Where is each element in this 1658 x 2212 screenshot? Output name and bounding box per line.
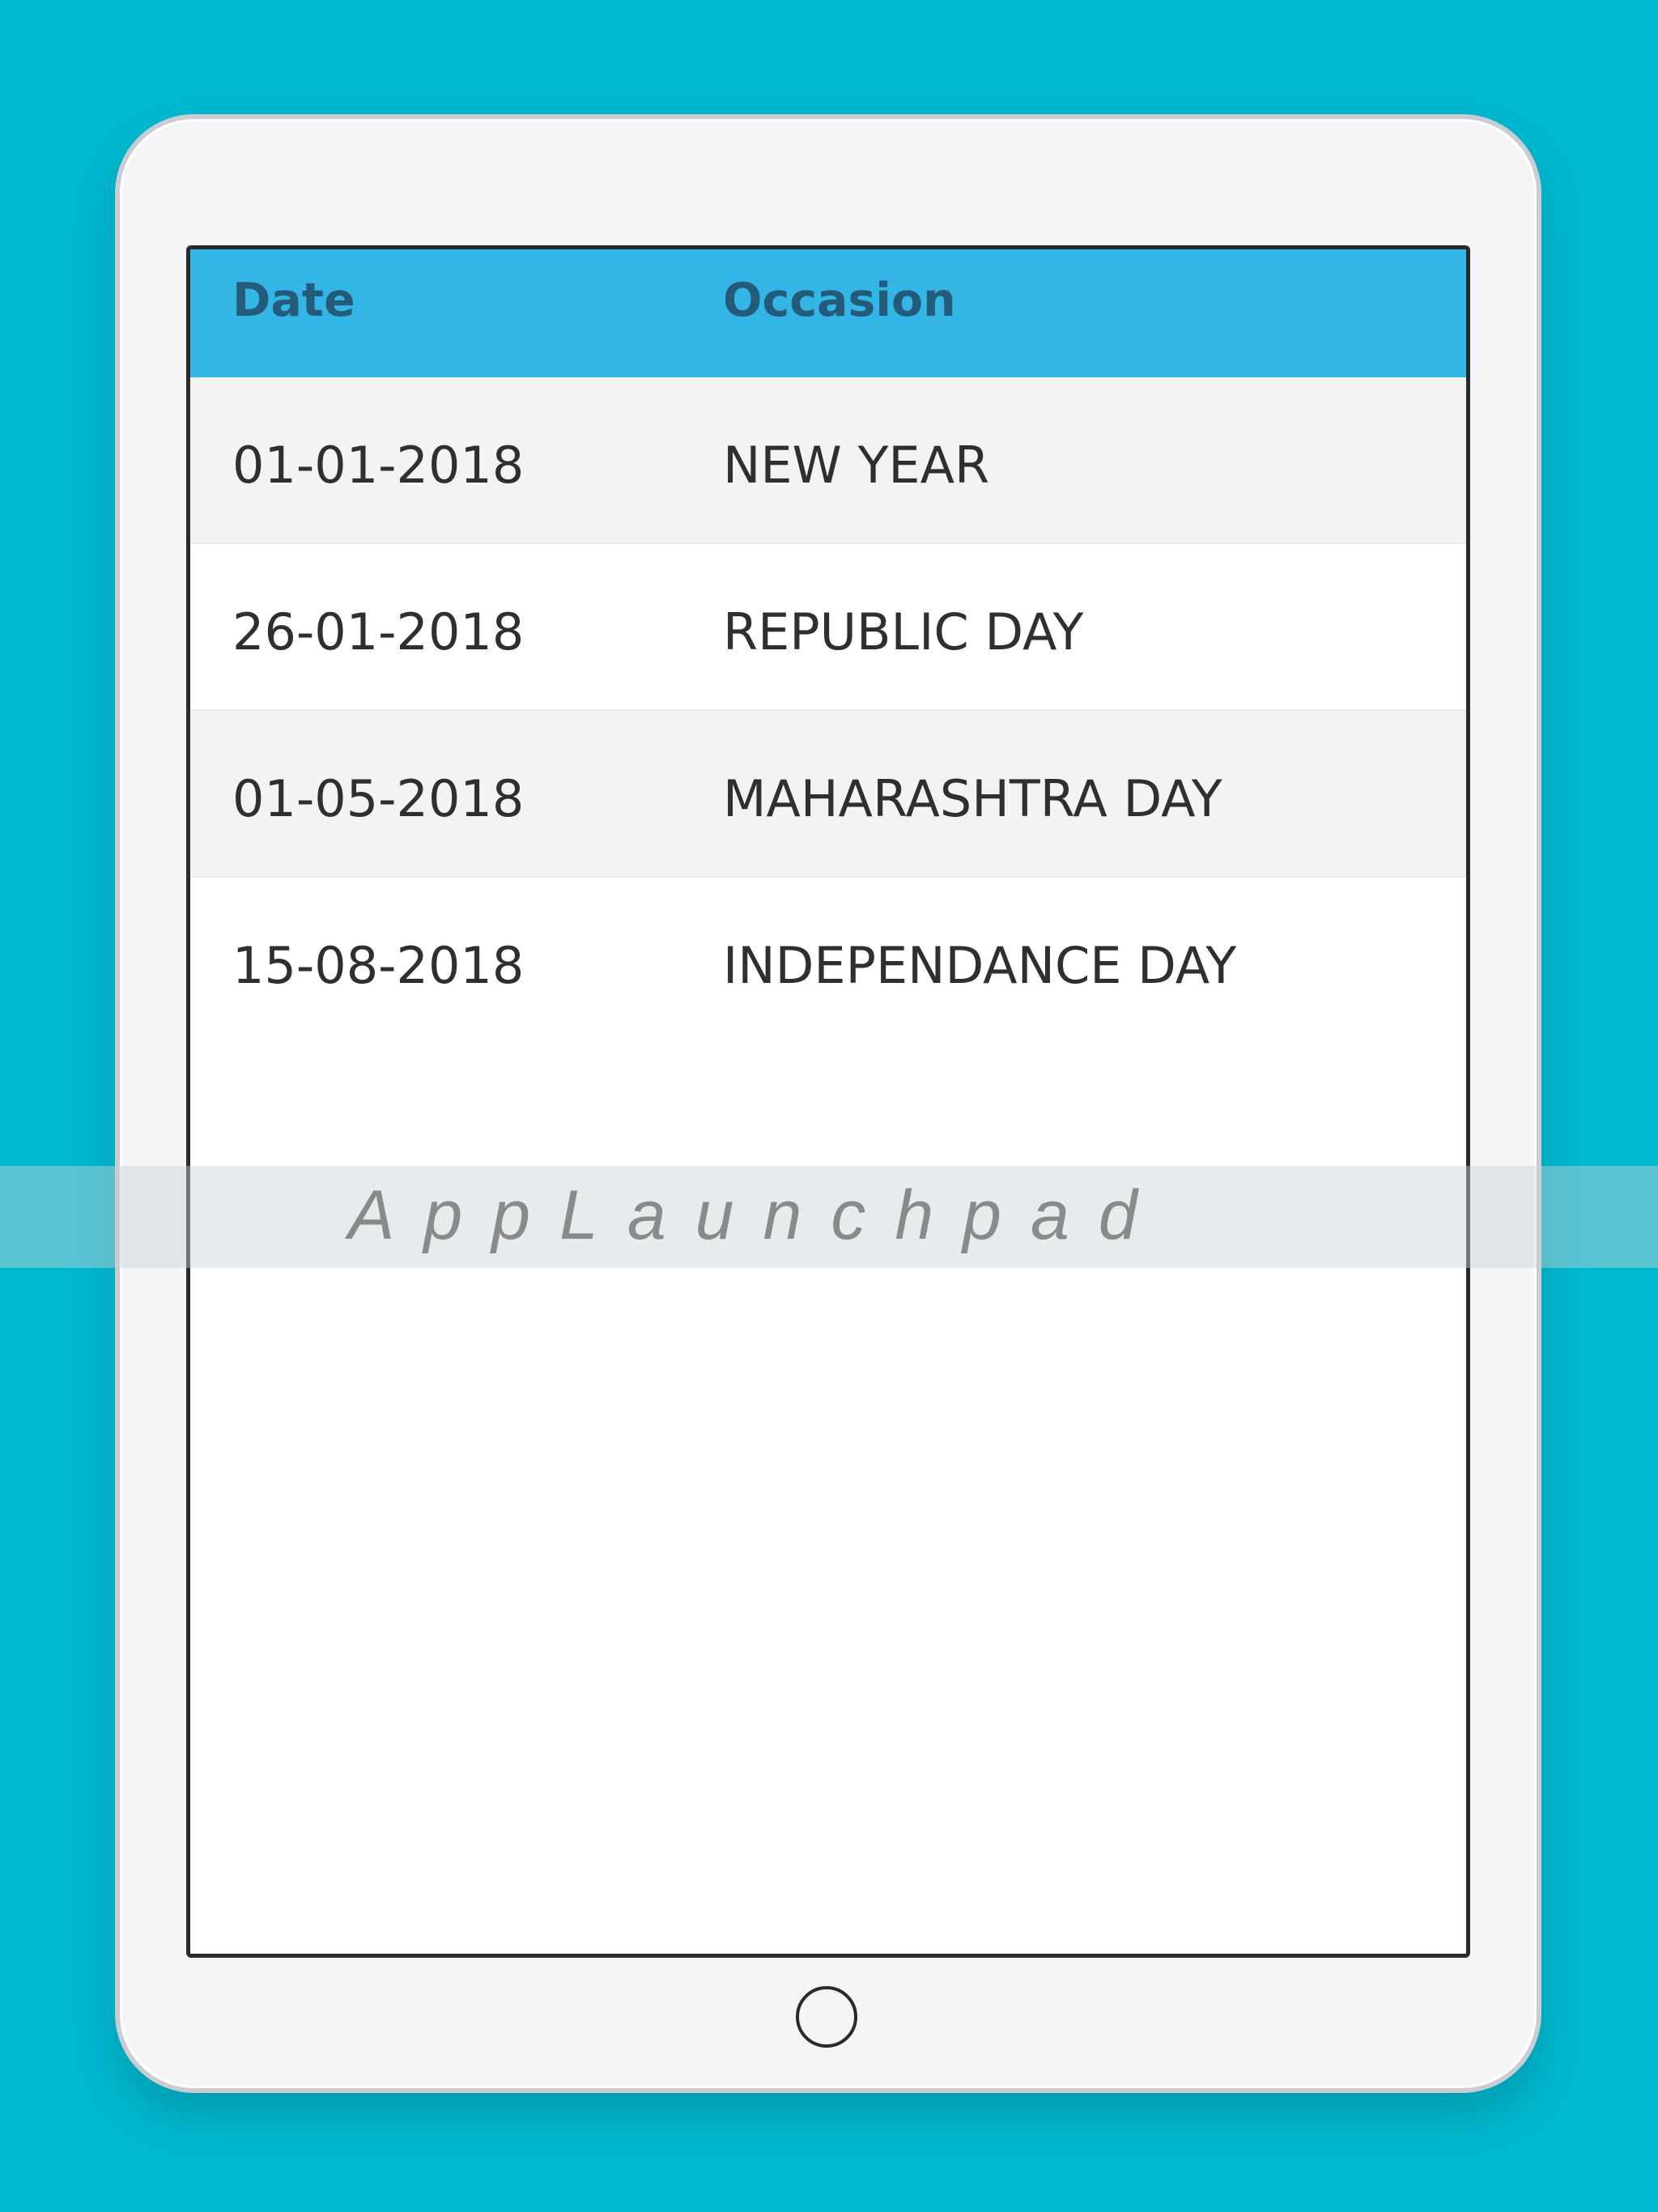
- table-row[interactable]: 15-08-2018 INDEPENDANCE DAY: [190, 878, 1466, 1044]
- header-occasion: Occasion: [723, 274, 956, 327]
- row-date: 01-05-2018: [232, 769, 525, 828]
- row-date: 01-01-2018: [232, 436, 525, 495]
- app-screen: Date Occasion 01-01-2018 NEW YEAR 26-01-…: [186, 245, 1470, 1958]
- row-date: 26-01-2018: [232, 602, 525, 661]
- table-header: Date Occasion: [190, 249, 1466, 377]
- header-date: Date: [232, 274, 355, 327]
- home-button-icon[interactable]: [796, 1986, 857, 2048]
- table-row[interactable]: 01-05-2018 MAHARASHTRA DAY: [190, 711, 1466, 878]
- table-row[interactable]: 01-01-2018 NEW YEAR: [190, 377, 1466, 544]
- row-occasion: NEW YEAR: [723, 436, 990, 495]
- row-date: 15-08-2018: [232, 936, 525, 995]
- table-row[interactable]: 26-01-2018 REPUBLIC DAY: [190, 544, 1466, 711]
- row-occasion: REPUBLIC DAY: [723, 602, 1084, 661]
- watermark-band: AppLaunchpad: [0, 1166, 1658, 1268]
- row-occasion: INDEPENDANCE DAY: [723, 936, 1237, 995]
- watermark-text: AppLaunchpad: [348, 1176, 1167, 1254]
- row-occasion: MAHARASHTRA DAY: [723, 769, 1222, 828]
